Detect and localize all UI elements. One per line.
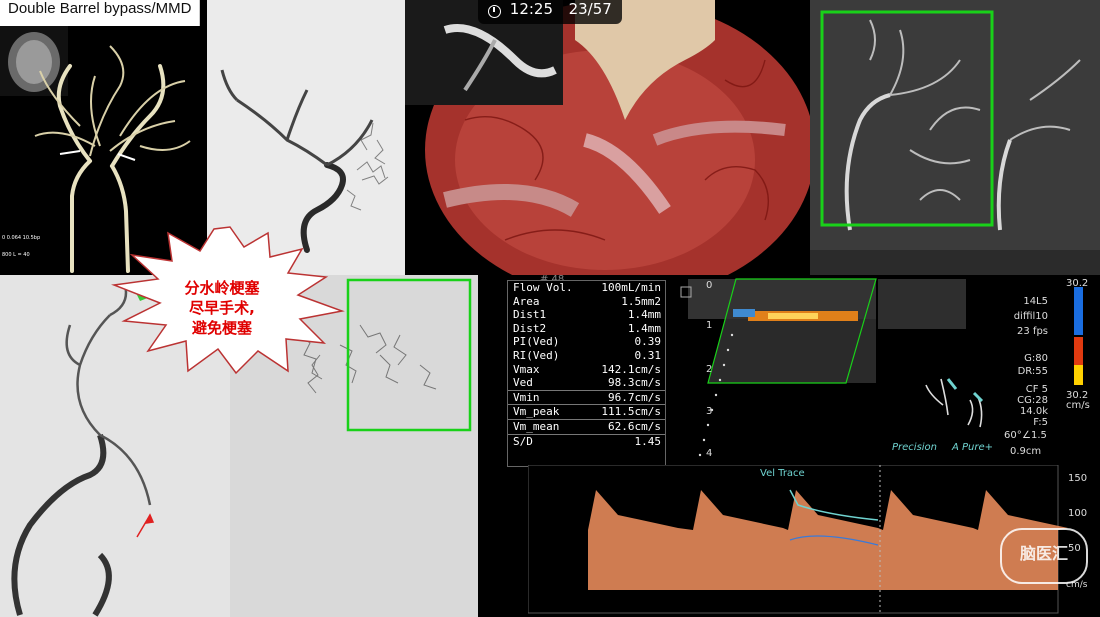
video-readout: 12:25 23/57 xyxy=(478,0,622,24)
flow-row: Dist1 1.4mm xyxy=(508,308,665,322)
flow-row: Vmax 142.1cm/s xyxy=(508,363,665,377)
slide-title: Double Barrel bypass/MMD xyxy=(0,0,201,27)
flow-row: PI(Ved) 0.39 xyxy=(508,335,665,349)
flow-row: S/D 1.45 xyxy=(508,433,665,449)
flow-row: Vmin 96.7cm/s xyxy=(508,389,665,405)
callout-line-2: 尽早手术, xyxy=(189,299,255,317)
us-cf: CF 5 xyxy=(1025,384,1048,395)
us-depth-4: 4 xyxy=(706,448,713,459)
flow-label: Vm_mean xyxy=(513,419,560,433)
us-parameters-top: 14L5 diffil10 23 fps xyxy=(1000,294,1048,339)
us-gain: G:80 xyxy=(1024,353,1048,364)
flow-value: 1.5mm2 xyxy=(621,294,661,308)
us-parameters-mid: G:80 DR:55 xyxy=(1000,352,1048,378)
flow-value: 62.6cm/s xyxy=(608,419,661,433)
flow-label: Dist1 xyxy=(513,308,547,322)
flow-label: Vm_peak xyxy=(513,405,560,419)
us-depth-3: 3 xyxy=(706,406,713,417)
flow-value: 1.45 xyxy=(634,434,662,448)
flow-row: RI(Ved) 0.31 xyxy=(508,349,665,363)
video-time: 12:25 xyxy=(509,0,554,18)
callout-text: 分水岭梗塞 尽早手术, 避免梗塞 xyxy=(168,278,276,338)
flow-label: Ved xyxy=(513,376,533,390)
flow-row: Dist2 1.4mm xyxy=(508,322,665,336)
mra-overlay-2: 800 L = 40 xyxy=(2,252,30,258)
us-mode: diffil10 xyxy=(1013,311,1048,322)
doppler-trace-label: Vel Trace xyxy=(760,468,805,479)
us-depth-0: 0 xyxy=(706,280,713,291)
us-f: F:5 xyxy=(1033,417,1048,428)
us-dr: DR:55 xyxy=(1017,366,1048,377)
us-prf: 14.0k xyxy=(1019,406,1048,417)
us-depth-2: 2 xyxy=(706,364,713,375)
watermark-logo: 脑医汇 xyxy=(1000,528,1088,584)
flow-value: 142.1cm/s xyxy=(601,362,661,376)
flow-label: Vmax xyxy=(513,362,540,376)
flow-row: Vm_mean 62.6cm/s xyxy=(508,418,665,434)
flow-value: 1.4mm xyxy=(627,308,661,322)
mra-overlay-1: 0 0.064 10.5bp xyxy=(2,235,40,241)
flow-row: Ved 98.3cm/s xyxy=(508,376,665,390)
doppler-scale-100: 100 xyxy=(1068,508,1088,519)
flow-value: 0.31 xyxy=(634,348,662,362)
flow-label: Dist2 xyxy=(513,321,547,335)
flow-row: Flow Vol. 100mL/min xyxy=(508,281,665,295)
flow-label: Flow Vol. xyxy=(513,281,573,294)
flow-value: 0.39 xyxy=(634,335,662,349)
flow-label: PI(Ved) xyxy=(513,335,560,349)
us-fps: 23 fps xyxy=(1017,326,1048,337)
us-probe: 14L5 xyxy=(1023,296,1048,307)
flow-measurement-table: Flow Vol. 100mL/min Area 1.5mm2 Dist1 1.4mm Di… xyxy=(507,280,666,467)
flow-label: Vmin xyxy=(513,390,540,404)
us-angle: 60° xyxy=(1004,430,1022,441)
video-page: 23/57 xyxy=(568,0,612,18)
us-parameters-bottom: CF 5 CG:28 14.0k F:5 xyxy=(1000,384,1048,428)
us-brand-apure: A Pure+ xyxy=(952,442,994,453)
flow-label: S/D xyxy=(513,434,533,448)
callout-line-1: 分水岭梗塞 xyxy=(184,279,260,297)
flow-row: Vm_peak 111.5cm/s xyxy=(508,404,665,419)
flow-row: Area 1.5mm2 xyxy=(508,295,665,309)
doppler-scale-150: 150 xyxy=(1068,473,1088,484)
clock-icon xyxy=(488,5,501,18)
flow-value: 1.4mm xyxy=(627,321,661,335)
flow-label: RI(Ved) xyxy=(513,348,560,362)
flow-value: 111.5cm/s xyxy=(601,405,661,419)
flow-value: 96.7cm/s xyxy=(608,390,661,404)
us-depth: 0.9cm xyxy=(1010,446,1042,457)
us-scale-top: 30.2 xyxy=(1066,278,1089,289)
callout-line-3: 避免梗塞 xyxy=(191,319,252,337)
us-scale-unit: cm/s xyxy=(1066,400,1090,411)
flow-value: 98.3cm/s xyxy=(608,376,661,390)
us-depth-1: 1 xyxy=(706,320,713,331)
flow-label: Area xyxy=(513,294,540,308)
us-angle-corr: ∠1.5 xyxy=(1022,430,1047,441)
us-brand-precision: Precision xyxy=(892,442,938,453)
mra-postop-panel xyxy=(810,0,1100,275)
surgical-video-panel xyxy=(405,0,810,275)
flow-value: 100mL/min xyxy=(601,281,661,294)
us-cg: CG:28 xyxy=(1017,395,1048,406)
